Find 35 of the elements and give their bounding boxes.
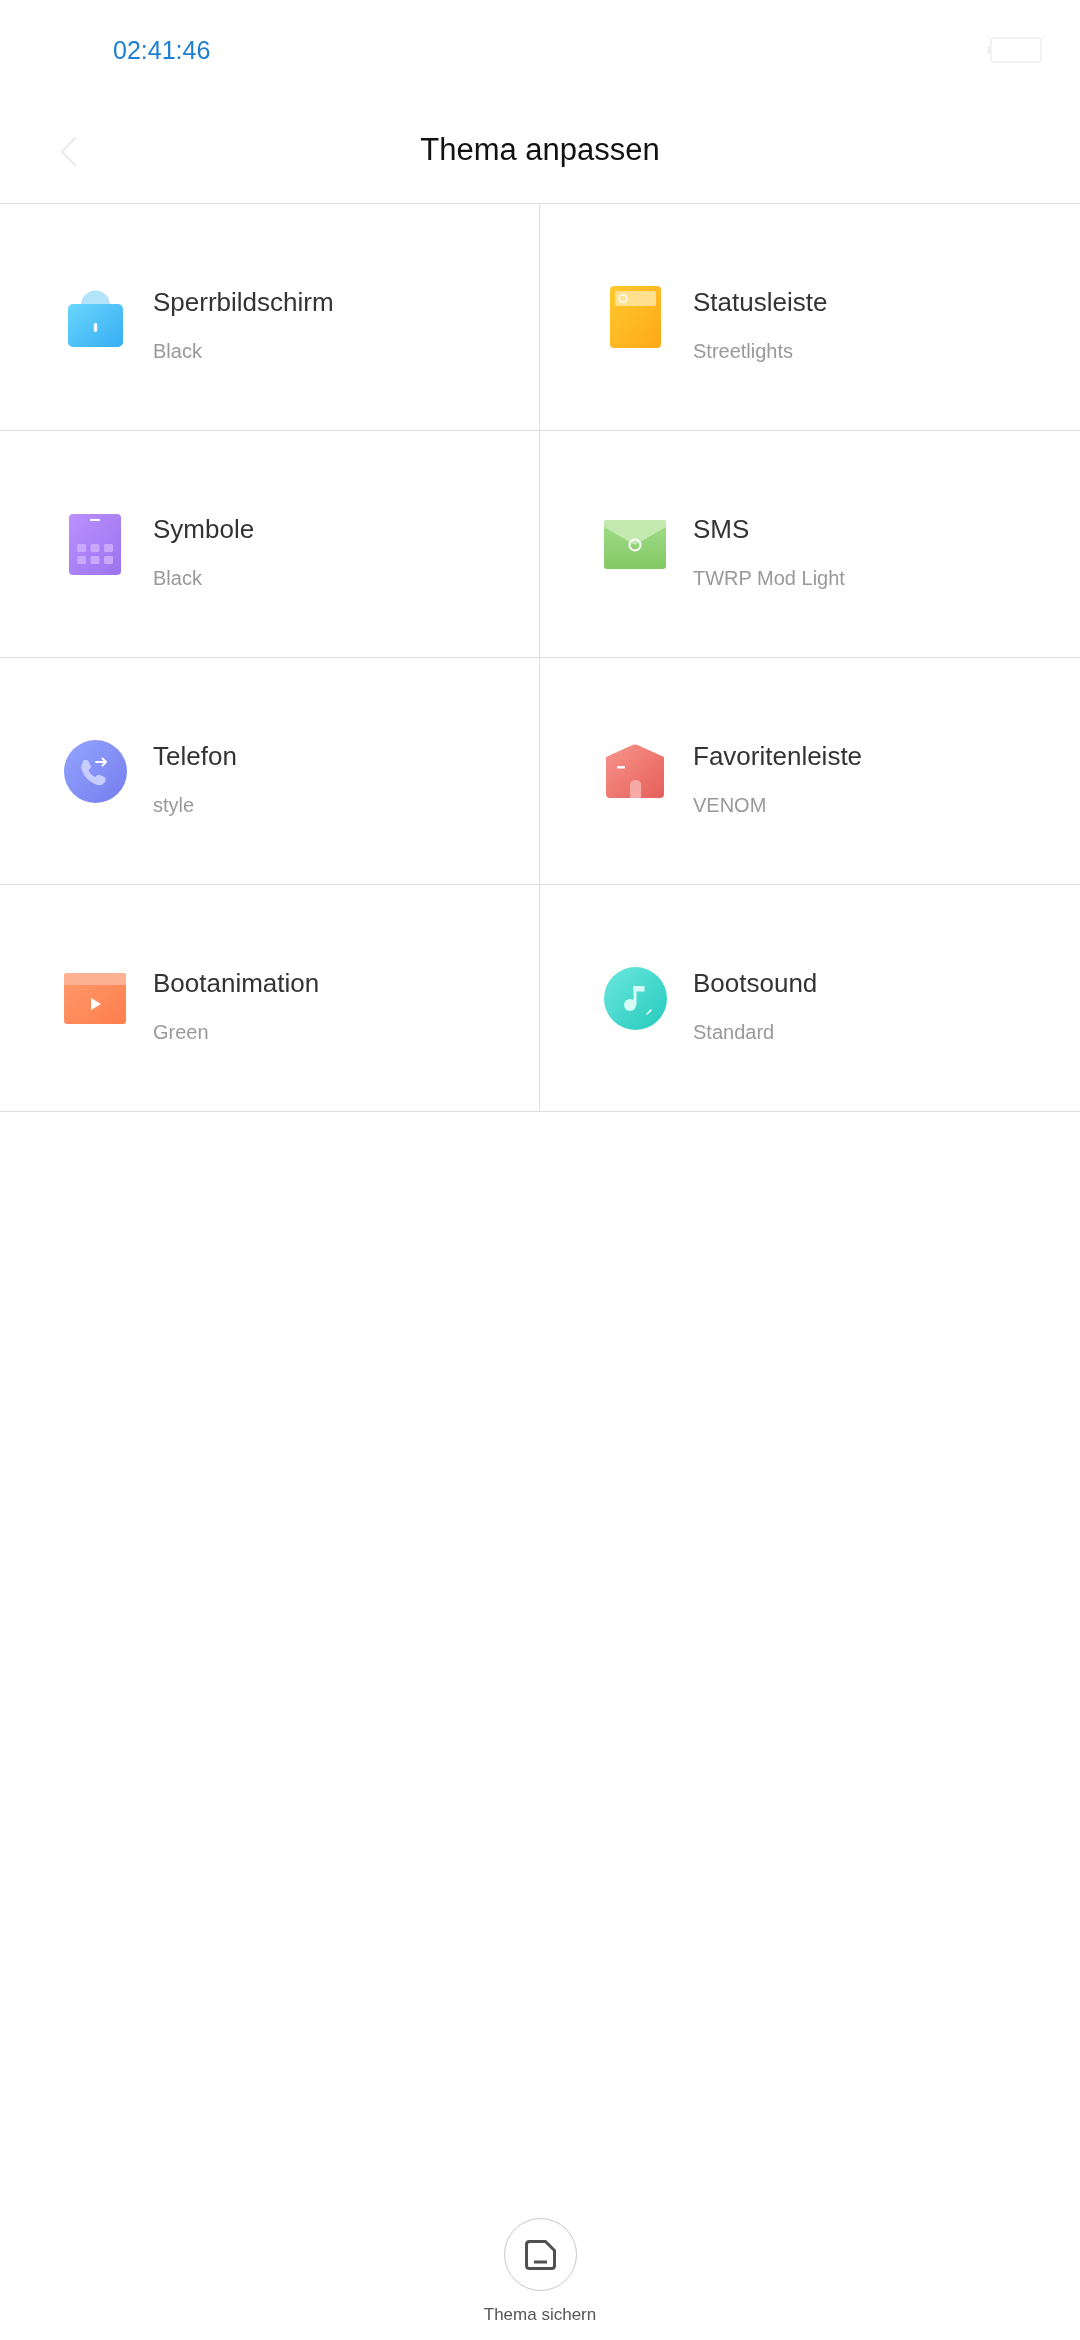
- theme-option[interactable]: Bootanimation Green: [0, 885, 540, 1112]
- theme-option[interactable]: Sperrbildschirm Black: [0, 204, 540, 431]
- theme-option[interactable]: Bootsound Standard: [540, 885, 1080, 1112]
- save-icon: [524, 2239, 556, 2270]
- option-value: VENOM: [693, 792, 767, 818]
- option-value: Black: [153, 338, 202, 364]
- video-icon: [64, 972, 126, 1024]
- theme-option[interactable]: Favoritenleiste VENOM: [540, 658, 1080, 885]
- option-title: Sperrbildschirm: [153, 285, 334, 318]
- option-title: Statusleiste: [693, 285, 828, 318]
- theme-option[interactable]: Symbole Black: [0, 431, 540, 658]
- option-value: style: [153, 792, 195, 818]
- theme-option[interactable]: Statusleiste Streetlights: [540, 204, 1080, 431]
- phone-icon: [63, 739, 127, 803]
- theme-option[interactable]: Telefon style: [0, 658, 540, 885]
- option-title: Bootanimation: [153, 966, 320, 999]
- app-grid-icon: [69, 513, 121, 575]
- envelope-icon: [604, 519, 666, 569]
- option-title: Symbole: [153, 512, 255, 545]
- option-title: Bootsound: [693, 966, 818, 999]
- theme-option[interactable]: SMS TWRP Mod Light: [540, 431, 1080, 658]
- option-value: Green: [153, 1019, 209, 1045]
- option-value: Standard: [693, 1019, 775, 1045]
- music-note-icon: [603, 966, 667, 1030]
- option-value: TWRP Mod Light: [693, 565, 845, 591]
- option-title: SMS: [693, 512, 750, 545]
- house-icon: [606, 744, 664, 798]
- page-title: Thema anpassen: [420, 130, 660, 169]
- status-time: 02:41:46: [113, 35, 211, 65]
- option-title: Telefon: [153, 739, 237, 772]
- option-title: Favoritenleiste: [693, 739, 863, 772]
- option-value: Streetlights: [693, 338, 794, 364]
- save-label: Thema sichern: [483, 2304, 597, 2326]
- option-value: Black: [153, 565, 202, 591]
- panel-icon: [609, 286, 661, 348]
